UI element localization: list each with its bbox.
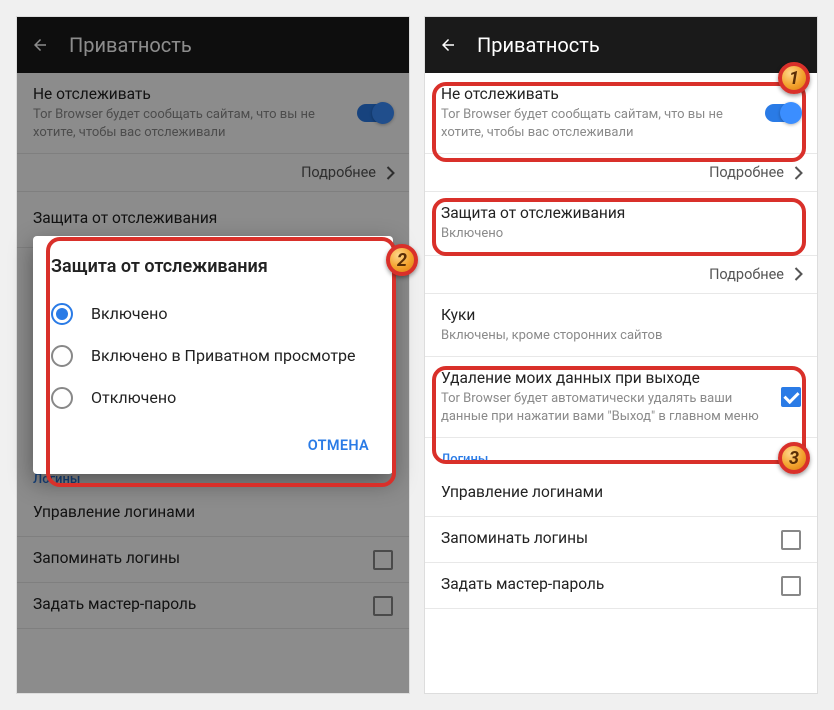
logins-heading: Логины (425, 438, 817, 471)
master-password-checkbox[interactable] (781, 576, 801, 596)
radio-label: Включено в Приватном просмотре (91, 346, 356, 366)
badge-1: 1 (778, 62, 810, 94)
chevron-right-icon (794, 267, 803, 281)
clear-on-exit-title: Удаление моих данных при выходе (441, 369, 769, 387)
more-label: Подробнее (709, 164, 784, 181)
dnt-toggle[interactable] (765, 104, 801, 122)
dnt-row[interactable]: Не отслеживать Tor Browser будет сообщат… (425, 73, 817, 154)
remember-logins-checkbox[interactable] (781, 530, 801, 550)
dnt-more[interactable]: Подробнее (425, 154, 817, 192)
more-label: Подробнее (709, 266, 784, 283)
radio-label: Включено (91, 304, 167, 324)
badge-3: 3 (778, 442, 810, 474)
modal-overlay[interactable]: Защита от отслеживания Включено Включено… (17, 17, 409, 693)
dnt-sub: Tor Browser будет сообщать сайтам, что в… (441, 106, 753, 141)
clear-on-exit-sub: Tor Browser будет автоматически удалять … (441, 390, 769, 425)
remember-logins-row[interactable]: Запоминать логины (425, 517, 817, 563)
dialog-title: Защита от отслеживания (51, 256, 375, 277)
radio-private[interactable]: Включено в Приватном просмотре (51, 335, 375, 377)
back-icon[interactable] (439, 36, 457, 54)
badge-2: 2 (386, 244, 418, 276)
cookies-title: Куки (441, 306, 801, 324)
radio-icon (51, 387, 73, 409)
master-password-row[interactable]: Задать мастер-пароль (425, 563, 817, 609)
dnt-title: Не отслеживать (441, 85, 753, 103)
radio-enabled[interactable]: Включено (51, 293, 375, 335)
page-title: Приватность (477, 33, 600, 57)
radio-icon (51, 345, 73, 367)
clear-on-exit-row[interactable]: Удаление моих данных при выходе Tor Brow… (425, 357, 817, 438)
cookies-row[interactable]: Куки Включены, кроме сторонних сайтов (425, 294, 817, 358)
left-screen: Приватность Не отслеживать Tor Browser б… (16, 16, 410, 694)
cookies-sub: Включены, кроме сторонних сайтов (441, 327, 801, 345)
manage-logins-label: Управление логинами (441, 483, 603, 501)
tracking-dialog: Защита от отслеживания Включено Включено… (33, 236, 393, 474)
radio-label: Отключено (91, 388, 176, 408)
app-header: Приватность (425, 17, 817, 73)
tracking-row[interactable]: Защита от отслеживания Включено (425, 192, 817, 256)
radio-icon (51, 303, 73, 325)
tracking-sub: Включено (441, 225, 801, 243)
master-password-label: Задать мастер-пароль (441, 575, 604, 593)
clear-on-exit-checkbox[interactable] (781, 387, 801, 407)
manage-logins-row[interactable]: Управление логинами (425, 471, 817, 517)
right-screen: Приватность Не отслеживать Tor Browser б… (424, 16, 818, 694)
content-area: Не отслеживать Tor Browser будет сообщат… (425, 73, 817, 693)
cancel-button[interactable]: ОТМЕНА (302, 429, 375, 462)
chevron-right-icon (794, 166, 803, 180)
remember-logins-label: Запоминать логины (441, 529, 588, 547)
tracking-more[interactable]: Подробнее (425, 256, 817, 294)
tracking-title: Защита от отслеживания (441, 204, 801, 222)
radio-disabled[interactable]: Отключено (51, 377, 375, 419)
